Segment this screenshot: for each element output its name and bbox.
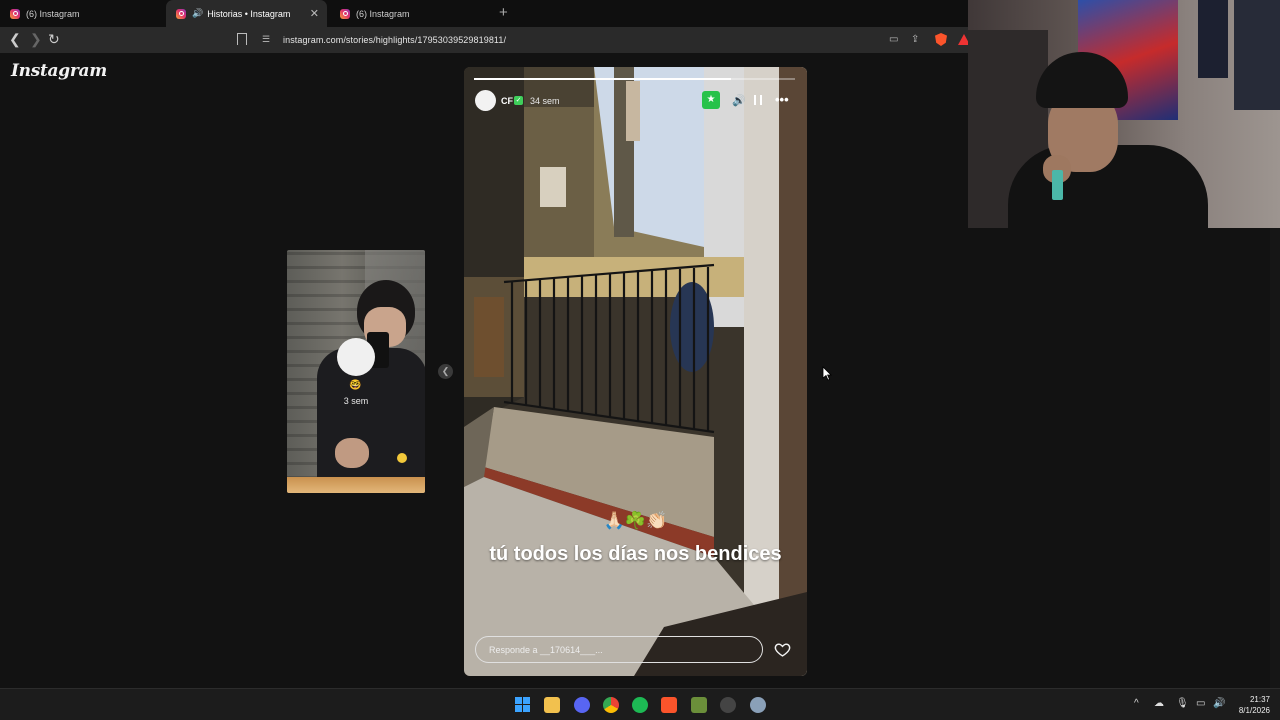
tab-title: (6) Instagram [26, 8, 80, 19]
verified-icon: ✓ [514, 96, 523, 105]
story-caption: tú todos los días nos bendices [489, 543, 782, 565]
volume-tray-icon[interactable]: 🔊 [1213, 698, 1225, 709]
webcam-poster [1234, 0, 1280, 110]
reload-icon[interactable]: ↻ [48, 31, 60, 48]
webcam-poster [1198, 0, 1228, 78]
page-scrollbar[interactable] [1270, 228, 1280, 688]
instagram-favicon-icon [176, 8, 186, 19]
instagram-logo[interactable]: Instagram [11, 61, 107, 81]
microphone-icon[interactable]: 🎙 [1176, 698, 1189, 709]
onedrive-icon[interactable]: ☁ [1154, 698, 1164, 709]
chrome-icon[interactable] [603, 697, 619, 713]
reply-input[interactable]: Responde a __170614___... [475, 636, 763, 663]
pause-icon[interactable] [754, 95, 762, 105]
clock-time: 21:37 [1249, 695, 1270, 704]
story-image [464, 67, 807, 676]
tab-historias[interactable]: 🔊 Historias • Instagram ✕ [166, 0, 327, 27]
minecraft-icon[interactable] [691, 697, 707, 713]
story-progress-fill [474, 78, 731, 80]
back-icon[interactable]: ❮ [9, 31, 21, 48]
tab-instagram-2[interactable]: (6) Instagram [330, 0, 490, 27]
preview-person-body [317, 348, 425, 488]
more-options-icon[interactable]: ••• [775, 92, 789, 107]
close-friends-star-icon: ★ [702, 91, 720, 109]
preview-hand [335, 438, 369, 468]
previous-story-time: 3 sem [343, 396, 369, 406]
story-progress-bar [474, 78, 795, 80]
story-avatar[interactable] [475, 90, 496, 111]
windows-start-icon[interactable] [515, 697, 531, 713]
cast-icon[interactable]: ▭ [889, 34, 898, 45]
url-field[interactable]: instagram.com/stories/highlights/1795303… [283, 35, 506, 45]
new-tab-button[interactable]: + [499, 4, 508, 21]
instagram-favicon-icon [10, 8, 20, 19]
volume-icon[interactable]: 🔊 [732, 94, 746, 107]
preview-sticker [397, 453, 407, 463]
spotify-icon[interactable] [632, 697, 648, 713]
reply-placeholder: Responde a __170614___... [489, 645, 603, 655]
story-username[interactable]: CF [501, 96, 513, 106]
forward-icon[interactable]: ❯ [30, 31, 42, 48]
system-clock[interactable]: 21:37 8/1/2026 [1230, 694, 1270, 716]
brave-icon[interactable] [661, 697, 677, 713]
tab-title: (6) Instagram [356, 8, 410, 19]
like-heart-icon[interactable] [774, 641, 791, 658]
instagram-favicon-icon [340, 8, 350, 19]
previous-story-emoji: 🤓 [349, 380, 362, 391]
file-explorer-icon[interactable] [544, 697, 560, 713]
mouse-cursor-icon [822, 366, 832, 381]
discord-icon[interactable] [574, 697, 590, 713]
tray-chevron-icon[interactable]: ^ [1134, 698, 1139, 709]
previous-story-avatar[interactable] [337, 338, 375, 376]
story-emojis: 🙏🏻☘️👏🏻 [603, 511, 668, 530]
tab-title: Historias • Instagram [207, 8, 291, 19]
settings-icon[interactable] [750, 697, 766, 713]
clock-date: 8/1/2026 [1238, 706, 1270, 715]
network-icon[interactable]: ▭ [1196, 698, 1205, 709]
share-icon[interactable]: ⇪ [911, 34, 919, 45]
brave-shields-icon[interactable] [935, 33, 947, 46]
close-tab-icon[interactable]: ✕ [310, 7, 319, 20]
app-icon[interactable] [720, 697, 736, 713]
story-time: 34 sem [530, 96, 560, 106]
bookmark-icon[interactable] [237, 33, 247, 45]
webcam-overlay [968, 0, 1280, 228]
taskbar: ^ ☁ 🎙 ▭ 🔊 21:37 8/1/2026 [0, 688, 1280, 720]
site-settings-icon[interactable]: ☰ [262, 34, 270, 45]
webcam-can [1052, 170, 1063, 200]
speaker-icon[interactable]: 🔊 [192, 8, 203, 19]
story-viewer[interactable]: CF ✓ 34 sem ★ 🔊 ••• 🙏🏻☘️👏🏻 tú todos los … [464, 67, 807, 676]
preview-shelf [287, 477, 425, 493]
previous-story-arrow-icon[interactable]: ❮ [438, 364, 453, 379]
tab-instagram-1[interactable]: (6) Instagram [0, 0, 165, 27]
